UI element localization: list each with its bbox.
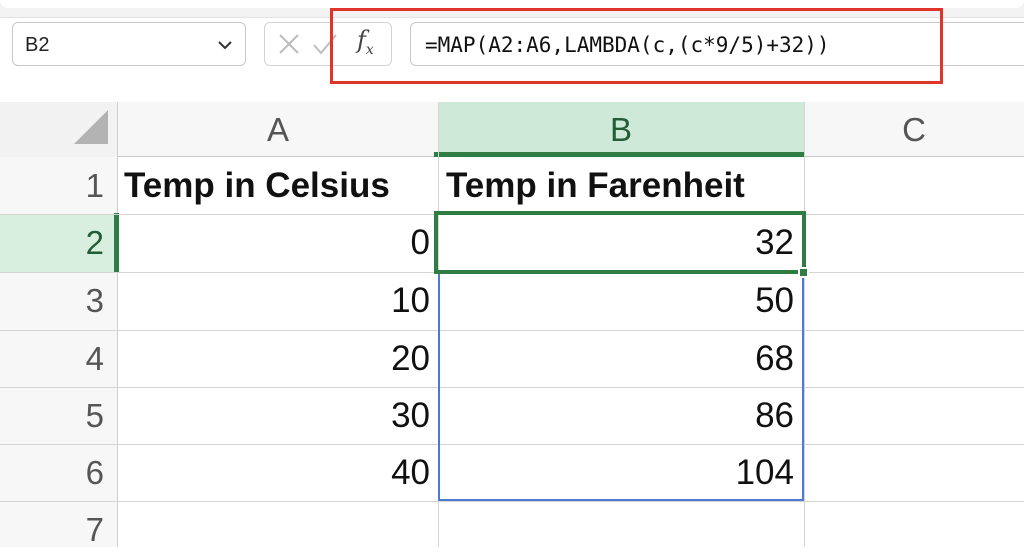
name-box-value: B2 [25,34,50,56]
cell-a1[interactable]: Temp in Celsius [124,157,390,215]
column-header-b[interactable]: B [438,102,804,157]
fill-handle[interactable] [798,267,809,278]
cancel-icon[interactable] [271,23,307,67]
ribbon-edge [0,0,1024,8]
cell-a2[interactable]: 0 [118,214,430,272]
column-header-c[interactable]: C [804,102,1024,157]
row-header-3[interactable]: 3 [0,272,118,330]
row-header-1[interactable]: 1 [0,157,118,215]
row-header-7[interactable]: 7 [0,501,118,559]
active-cell-border [434,211,806,274]
column-header-a[interactable]: A [118,102,438,157]
cell-a5[interactable]: 30 [118,387,430,445]
row-header-6[interactable]: 6 [0,444,118,502]
spill-range-border [438,272,804,501]
cell-a3[interactable]: 10 [118,272,430,330]
row-header-2[interactable]: 2 [0,214,118,272]
cell-b1[interactable]: Temp in Farenheit [446,157,745,215]
name-box[interactable]: B2 [12,22,246,66]
cell-a6[interactable]: 40 [118,444,430,502]
row-header-4[interactable]: 4 [0,330,118,388]
row-header-5[interactable]: 5 [0,387,118,445]
gridline [804,102,805,547]
annotation-highlight-box [330,8,943,84]
select-all-triangle-icon [74,110,108,144]
cell-a4[interactable]: 20 [118,330,430,388]
chevron-down-icon[interactable] [215,35,235,55]
